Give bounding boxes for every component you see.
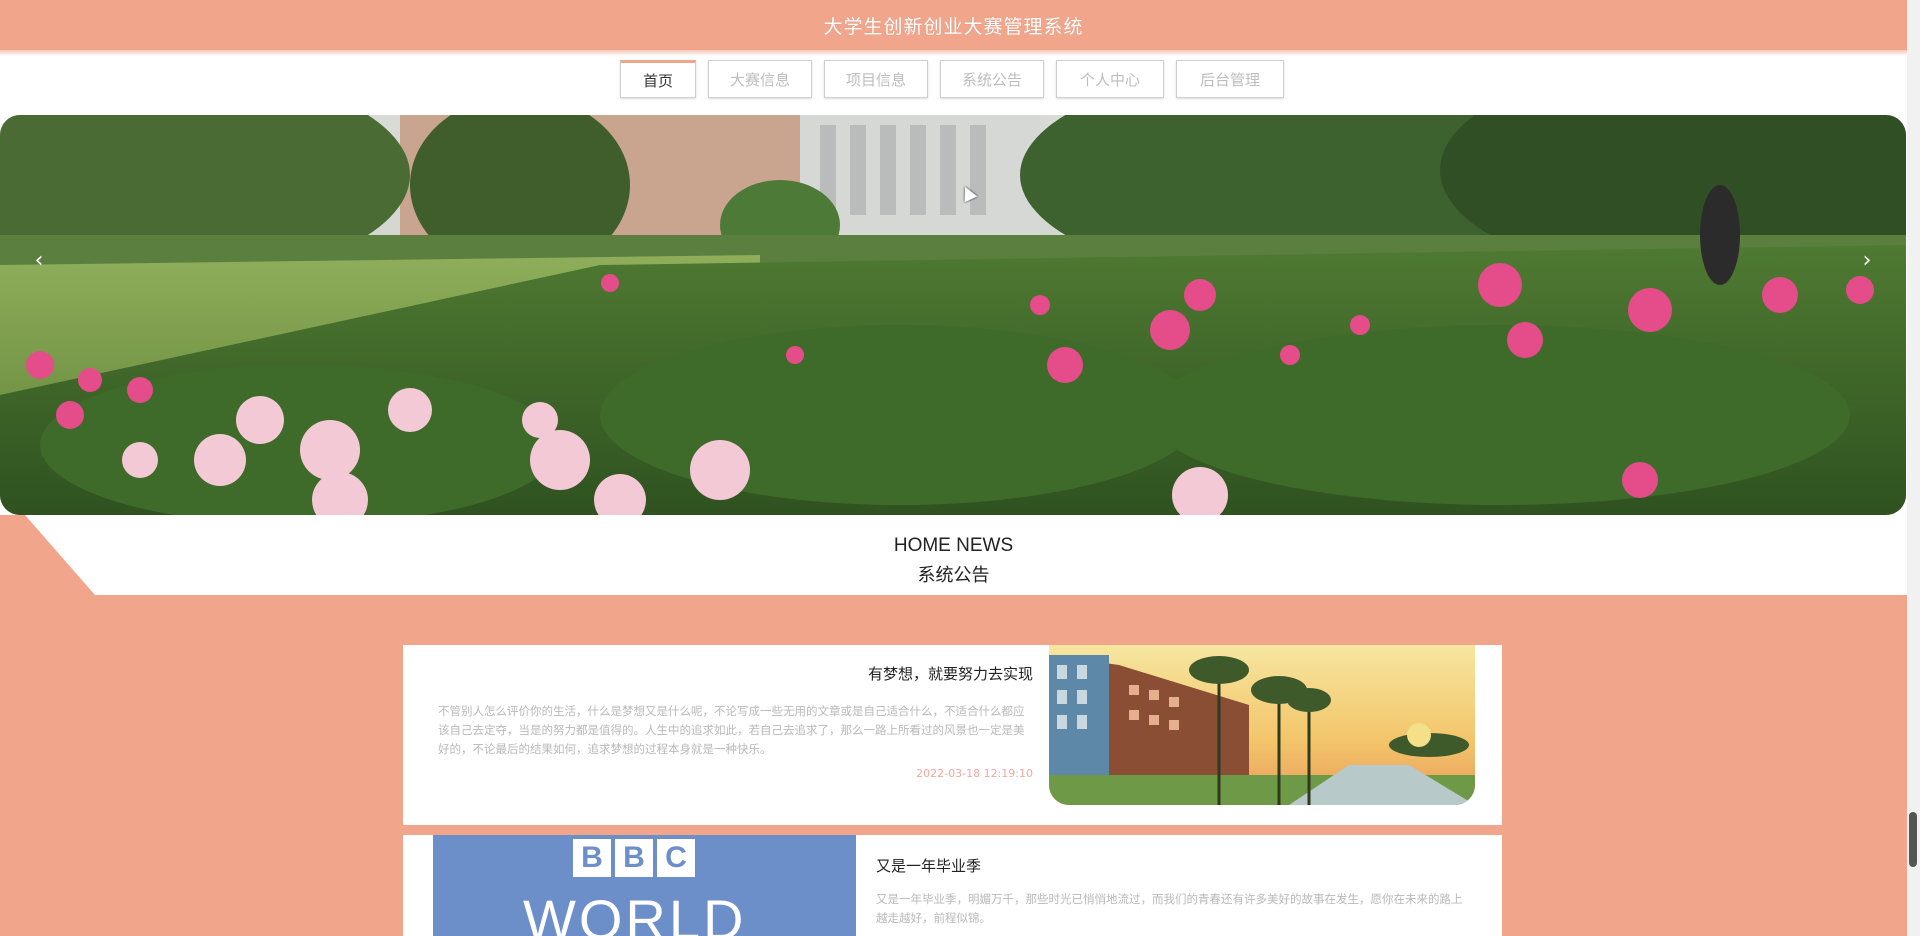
nav-item-label: 项目信息: [845, 70, 906, 89]
news-card-text: 有梦想，就要努力去实现 不管别人怎么评价你的生活，什么是梦想又是什么呢，不论写成…: [438, 663, 1033, 780]
news-card-date: 2022-03-18 12:19:10: [916, 767, 1033, 780]
bbc-world-logo-text: WORLD: [523, 888, 747, 936]
news-card-title[interactable]: 有梦想，就要努力去实现: [438, 663, 1033, 684]
site-title: 大学生创新创业大赛管理系统: [823, 15, 1084, 38]
news-card-image[interactable]: B B C WORLD: [433, 835, 856, 936]
bbc-logo-letter: B: [573, 839, 611, 877]
carousel-prev-button[interactable]: ‹: [24, 245, 54, 275]
news-card[interactable]: 有梦想，就要努力去实现 不管别人怎么评价你的生活，什么是梦想又是什么呢，不论写成…: [403, 645, 1502, 825]
nav-item-label: 个人中心: [1079, 70, 1140, 89]
nav-item-personal-center[interactable]: 个人中心: [1056, 60, 1164, 98]
bbc-logo-letter: B: [615, 839, 653, 877]
banner-image: [0, 115, 1906, 515]
main-nav: 首页 大赛信息 项目信息 系统公告 个人中心 后台管理: [620, 60, 1296, 98]
chevron-left-icon: ‹: [34, 247, 44, 273]
news-card-summary: 不管别人怎么评价你的生活，什么是梦想又是什么呢，不论写成一些无用的文章或是自己适…: [438, 704, 1025, 756]
news-heading-cn: 系统公告: [917, 565, 990, 586]
page: 大学生创新创业大赛管理系统 首页 大赛信息 项目信息 系统公告 个人中心 后台管…: [0, 0, 1920, 936]
carousel-next-button[interactable]: ›: [1852, 245, 1882, 275]
scrollbar-thumb[interactable]: [1909, 812, 1917, 867]
nav-item-label: 后台管理: [1199, 70, 1260, 89]
campus-building-image: [1049, 645, 1475, 805]
nav-item-label: 大赛信息: [729, 70, 790, 89]
news-card-text: 又是一年毕业季 又是一年毕业季，明媚万千，那些时光已悄悄地流过，而我们的青春还有…: [876, 855, 1466, 928]
nav-item-project-info[interactable]: 项目信息: [824, 60, 928, 98]
news-card-summary: 又是一年毕业季，明媚万千，那些时光已悄悄地流过，而我们的青春还有许多美好的故事在…: [876, 892, 1463, 925]
page-scrollbar[interactable]: [1907, 0, 1920, 936]
nav-item-home[interactable]: 首页: [620, 60, 696, 98]
header-shadow: [0, 50, 1907, 56]
nav-item-competition-info[interactable]: 大赛信息: [708, 60, 812, 98]
news-card-image[interactable]: [1049, 645, 1475, 805]
chevron-right-icon: ›: [1862, 247, 1872, 273]
banner-carousel[interactable]: ‹ ›: [0, 115, 1906, 515]
header-bar: 大学生创新创业大赛管理系统: [0, 0, 1907, 50]
news-card-title[interactable]: 又是一年毕业季: [876, 855, 1466, 876]
nav-item-announcements[interactable]: 系统公告: [940, 60, 1044, 98]
nav-item-admin[interactable]: 后台管理: [1176, 60, 1284, 98]
bbc-logo-letter: C: [657, 839, 695, 877]
nav-item-label: 系统公告: [961, 70, 1022, 89]
nav-item-label: 首页: [642, 71, 673, 90]
news-heading-en: HOME NEWS: [893, 535, 1014, 556]
news-heading: HOME NEWS 系统公告: [0, 535, 1907, 587]
news-card[interactable]: B B C WORLD 又是一年毕业季 又是一年毕业季，明媚万千，那些时光已悄悄…: [403, 835, 1502, 936]
